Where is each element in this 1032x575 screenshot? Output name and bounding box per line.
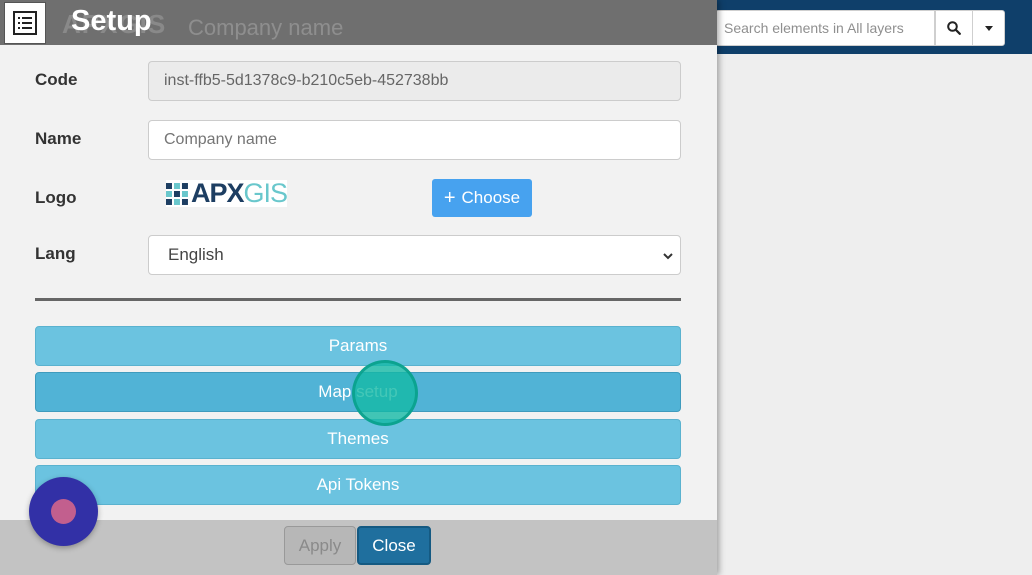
name-field[interactable]: [148, 120, 681, 160]
code-label: Code: [35, 70, 78, 89]
close-button[interactable]: Close: [357, 526, 431, 565]
caret-down-icon: [984, 25, 993, 31]
plus-icon: +: [443, 187, 456, 209]
floating-action-button[interactable]: [29, 477, 98, 546]
modal-header: APXGIS Company name Setup: [0, 0, 717, 45]
params-button[interactable]: Params: [35, 326, 681, 366]
themes-button[interactable]: Themes: [35, 419, 681, 459]
search-icon: [947, 21, 961, 35]
code-field: [148, 61, 681, 101]
modal-title: Setup: [71, 5, 152, 37]
choose-logo-button[interactable]: + Choose: [432, 179, 532, 217]
search-button[interactable]: [935, 10, 973, 46]
lang-selected-value: English: [168, 245, 224, 264]
section-divider: [35, 298, 681, 301]
chevron-down-icon: [663, 253, 673, 260]
record-dot-icon: [51, 499, 76, 524]
apply-button[interactable]: Apply: [284, 526, 356, 565]
logo-label: Logo: [35, 188, 77, 207]
map-setup-button[interactable]: Map setup: [35, 372, 681, 412]
logo-mark-icon: [166, 182, 188, 205]
logo-text: APXGIS: [190, 178, 288, 208]
setup-modal: APXGIS Company name Setup Code Name Logo…: [0, 0, 717, 575]
background-company-text: Company name: [188, 15, 344, 40]
lang-select[interactable]: English: [148, 235, 681, 275]
choose-label: Choose: [461, 188, 521, 207]
search-scope-dropdown-button[interactable]: [972, 10, 1005, 46]
lang-label: Lang: [35, 244, 76, 263]
search-input[interactable]: [715, 10, 935, 46]
api-tokens-button[interactable]: Api Tokens: [35, 465, 681, 505]
company-logo: APXGIS: [166, 178, 288, 208]
name-label: Name: [35, 129, 82, 148]
list-icon[interactable]: [4, 2, 46, 44]
